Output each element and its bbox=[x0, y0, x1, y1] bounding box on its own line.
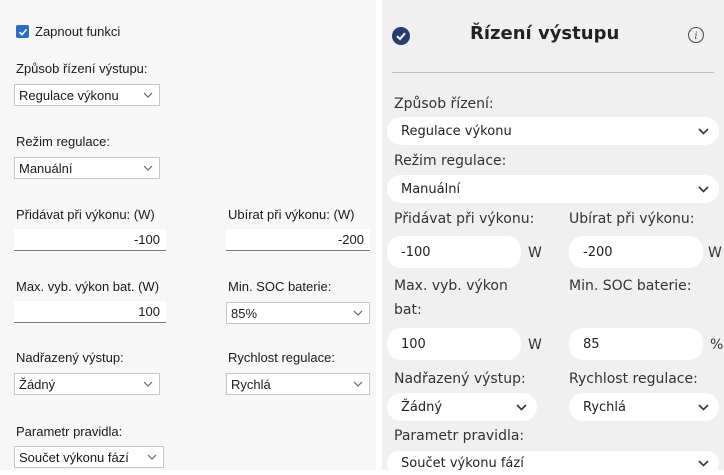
add-at-power-value: -100 bbox=[401, 244, 431, 260]
regulation-mode-select[interactable]: Manuální bbox=[14, 157, 160, 179]
chevron-down-icon bbox=[698, 185, 709, 193]
min-soc-input[interactable]: 85 bbox=[569, 328, 703, 360]
regulation-speed-select[interactable]: Rychlá bbox=[226, 373, 370, 395]
regulation-speed-value: Rychlá bbox=[231, 376, 271, 392]
svg-text:i: i bbox=[694, 31, 697, 42]
control-method-label: Způsob řízení: bbox=[394, 96, 494, 112]
max-discharge-input[interactable]: 100 bbox=[387, 328, 521, 360]
remove-at-power-unit: W bbox=[708, 245, 722, 261]
add-at-power-label: Přidávat při výkonu: bbox=[394, 211, 535, 227]
chevron-down-icon bbox=[698, 403, 709, 411]
remove-at-power-value: -200 bbox=[337, 232, 364, 247]
control-method-value: Regulace výkonu bbox=[401, 123, 512, 139]
control-method-value: Regulace výkonu bbox=[19, 87, 119, 103]
card-title: Řízení výstupu bbox=[470, 23, 620, 44]
regulation-speed-select[interactable]: Rychlá bbox=[569, 393, 719, 421]
max-discharge-value: 100 bbox=[138, 304, 160, 319]
remove-at-power-value: -200 bbox=[583, 244, 613, 260]
max-discharge-label-line1: Max. vyb. výkon bbox=[394, 278, 508, 294]
add-at-power-label: Přidávat při výkonu: (W) bbox=[16, 207, 155, 222]
control-method-select[interactable]: Regulace výkonu bbox=[14, 84, 160, 106]
output-control-card: Řízení výstupu i Způsob řízení: Regulace… bbox=[382, 0, 724, 475]
rule-param-select[interactable]: Součet výkonu fází bbox=[14, 446, 164, 468]
max-discharge-label-line2: bat: bbox=[394, 302, 422, 318]
min-soc-unit: % bbox=[710, 337, 724, 353]
regulation-speed-value: Rychlá bbox=[583, 399, 626, 415]
rule-param-select[interactable]: Součet výkonu fází bbox=[387, 451, 719, 475]
chevron-down-icon bbox=[143, 165, 153, 171]
parent-output-select[interactable]: Žádný bbox=[14, 373, 160, 395]
min-soc-select[interactable]: 85% bbox=[226, 302, 370, 324]
enable-function-checkbox-row[interactable]: Zapnout funkci bbox=[16, 24, 120, 39]
add-at-power-input[interactable]: -100 bbox=[14, 229, 166, 251]
chevron-down-icon bbox=[353, 310, 363, 316]
regulation-speed-label: Rychlost regulace: bbox=[569, 371, 698, 387]
control-method-label: Způsob řízení výstupu: bbox=[16, 61, 148, 76]
add-at-power-value: -100 bbox=[133, 232, 160, 247]
remove-at-power-input[interactable]: -200 bbox=[226, 229, 370, 251]
enable-function-checkbox[interactable] bbox=[16, 25, 29, 38]
rule-param-value: Součet výkonu fází bbox=[19, 449, 129, 465]
left-form-panel: Zapnout funkci Způsob řízení výstupu: Re… bbox=[0, 0, 376, 470]
regulation-mode-label: Režim regulace: bbox=[16, 134, 110, 149]
regulation-mode-label: Režim regulace: bbox=[394, 153, 507, 169]
min-soc-value: 85% bbox=[231, 305, 258, 321]
rule-param-label: Parametr pravidla: bbox=[394, 428, 525, 444]
chevron-down-icon bbox=[516, 403, 527, 411]
parent-output-value: Žádný bbox=[401, 399, 443, 415]
remove-at-power-label: Ubírat při výkonu: bbox=[569, 211, 695, 227]
parent-output-select[interactable]: Žádný bbox=[387, 393, 537, 421]
regulation-mode-select[interactable]: Manuální bbox=[387, 175, 719, 203]
max-discharge-unit: W bbox=[528, 337, 542, 353]
info-icon[interactable]: i bbox=[687, 26, 705, 44]
checkmark-icon bbox=[18, 28, 27, 36]
max-discharge-label: Max. vyb. výkon bat. (W) bbox=[16, 279, 160, 294]
check-circle-icon[interactable] bbox=[392, 27, 410, 45]
chevron-down-icon bbox=[353, 381, 363, 387]
add-at-power-input[interactable]: -100 bbox=[387, 236, 521, 268]
chevron-down-icon bbox=[147, 454, 157, 460]
max-discharge-value: 100 bbox=[401, 336, 426, 352]
parent-output-label: Nadřazený výstup: bbox=[394, 371, 526, 387]
remove-at-power-label: Ubírat při výkonu: (W) bbox=[228, 207, 355, 222]
min-soc-label: Min. SOC baterie: bbox=[569, 278, 692, 294]
add-at-power-unit: W bbox=[528, 245, 542, 261]
chevron-down-icon bbox=[698, 127, 709, 135]
chevron-down-icon bbox=[698, 459, 709, 467]
remove-at-power-input[interactable]: -200 bbox=[569, 236, 703, 268]
enable-function-label: Zapnout funkci bbox=[35, 24, 121, 39]
rule-param-value: Součet výkonu fází bbox=[401, 455, 524, 471]
header-divider bbox=[392, 72, 714, 73]
rule-param-label: Parametr pravidla: bbox=[16, 424, 123, 439]
regulation-speed-label: Rychlost regulace: bbox=[228, 350, 335, 365]
regulation-mode-value: Manuální bbox=[401, 181, 461, 197]
min-soc-label: Min. SOC baterie: bbox=[228, 279, 332, 294]
regulation-mode-value: Manuální bbox=[19, 160, 73, 176]
parent-output-label: Nadřazený výstup: bbox=[16, 350, 124, 365]
chevron-down-icon bbox=[143, 381, 153, 387]
chevron-down-icon bbox=[143, 92, 153, 98]
parent-output-value: Žádný bbox=[19, 376, 56, 392]
min-soc-value: 85 bbox=[583, 336, 600, 352]
control-method-select[interactable]: Regulace výkonu bbox=[387, 117, 719, 145]
max-discharge-input[interactable]: 100 bbox=[14, 301, 166, 323]
